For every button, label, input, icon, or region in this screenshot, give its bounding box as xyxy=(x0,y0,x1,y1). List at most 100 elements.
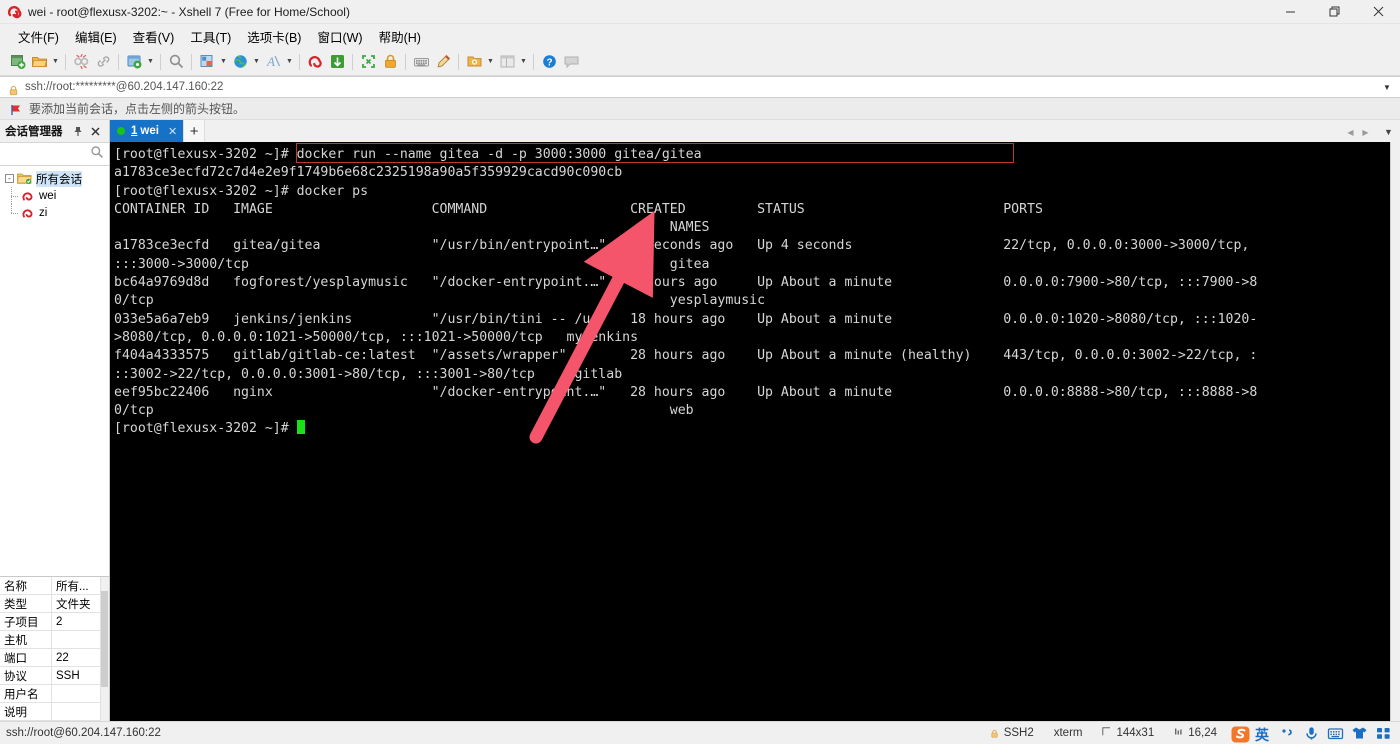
xftp-icon[interactable] xyxy=(326,51,348,73)
menu-file[interactable]: 文件(F) xyxy=(10,24,67,49)
maximize-restore-button[interactable] xyxy=(1312,0,1356,24)
scrollbar-thumb[interactable] xyxy=(101,591,108,687)
link-icon[interactable] xyxy=(92,51,114,73)
property-row: 类型 文件夹 xyxy=(0,595,109,613)
panes-icon[interactable] xyxy=(496,51,518,73)
menu-edit[interactable]: 编辑(E) xyxy=(67,24,125,49)
terminal-line: CONTAINER ID IMAGE COMMAND CREATED STATU… xyxy=(114,201,1043,217)
terminal-line: ::3002->22/tcp, 0.0.0.0:3001->80/tcp, ::… xyxy=(114,366,623,382)
terminal-size-icon xyxy=(1102,727,1111,739)
terminal-line: a1783ce3ecfd72c7d4e2e9f1749b6e68c2325198… xyxy=(114,165,623,181)
folder-star-icon[interactable] xyxy=(463,51,485,73)
help-icon[interactable]: ? xyxy=(538,51,560,73)
ime-punctuation-icon[interactable] xyxy=(1279,725,1296,742)
fullscreen-icon[interactable] xyxy=(357,51,379,73)
address-chevron-down-icon[interactable]: ▼ xyxy=(1374,76,1400,98)
session-icon xyxy=(21,206,35,219)
tab-next-button[interactable]: ▶ xyxy=(1358,122,1373,142)
tab-wei[interactable]: 1 wei ✕ xyxy=(110,120,184,142)
ime-skin-icon[interactable] xyxy=(1351,725,1368,742)
close-icon[interactable] xyxy=(88,122,103,140)
session-tree-item-label: zi xyxy=(39,206,48,219)
ime-toolbox-icon[interactable] xyxy=(1375,725,1392,742)
status-size: 144x31 xyxy=(1116,727,1155,739)
property-key: 子项目 xyxy=(0,613,52,630)
open-folder-chevron-down-icon[interactable]: ▼ xyxy=(50,51,61,73)
layout-chevron-down-icon[interactable]: ▼ xyxy=(218,51,229,73)
tab-prev-button[interactable]: ◀ xyxy=(1343,122,1358,142)
menu-view[interactable]: 查看(V) xyxy=(125,24,183,49)
folder-star-chevron-down-icon[interactable]: ▼ xyxy=(485,51,496,73)
terminal-line: >8080/tcp, 0.0.0.0:1021->50000/tcp, :::1… xyxy=(114,329,639,345)
session-tree-item-zi[interactable]: zi xyxy=(0,204,109,221)
soft-keyboard-icon[interactable] xyxy=(1327,725,1344,742)
minimize-button[interactable] xyxy=(1268,0,1312,24)
search-icon[interactable] xyxy=(90,145,104,164)
menu-tabs[interactable]: 选项卡(B) xyxy=(239,24,309,49)
toolbar-separator xyxy=(533,53,534,70)
status-protocol: SSH2 xyxy=(1003,727,1034,739)
notice-text: 要添加当前会话，点击左侧的箭头按钮。 xyxy=(29,102,246,116)
tab-close-icon[interactable]: ✕ xyxy=(168,125,177,138)
menu-tools[interactable]: 工具(T) xyxy=(182,24,239,49)
tab-list-button[interactable]: ▼ xyxy=(1381,122,1396,142)
toolbar: ▼ ▼ ▼ ▼ A ▼ ▼ ▼ ? xyxy=(0,48,1400,76)
ime-tray: 英 xyxy=(1227,725,1400,743)
properties-icon[interactable] xyxy=(123,51,145,73)
session-search-bar[interactable] xyxy=(0,142,109,166)
session-tree: - 所有会话 wei zi xyxy=(0,166,109,576)
font-chevron-down-icon[interactable]: ▼ xyxy=(284,51,295,73)
new-session-icon[interactable] xyxy=(6,51,28,73)
terminal-line: 0/tcp web xyxy=(114,403,694,419)
font-icon[interactable]: A xyxy=(262,51,284,73)
layout-icon[interactable] xyxy=(196,51,218,73)
sogou-ime-icon[interactable] xyxy=(1231,725,1250,742)
ime-language-icon[interactable]: 英 xyxy=(1255,725,1272,743)
terminal-line: a1783ce3ecfd gitea/gitea "/usr/bin/entry… xyxy=(114,238,1250,254)
new-tab-button[interactable]: + xyxy=(183,120,206,142)
main-body: 会话管理器 - 所有会话 wei zi 名称 所有... 类型 文件夹 子项目 … xyxy=(0,120,1400,721)
menu-help[interactable]: 帮助(H) xyxy=(371,24,429,49)
terminal-container: [root@flexusx-3202 ~]# docker run --name… xyxy=(110,142,1400,721)
keyboard-icon[interactable] xyxy=(410,51,432,73)
session-tree-item-wei[interactable]: wei xyxy=(0,187,109,204)
terminal-line: [root@flexusx-3202 ~]# docker ps xyxy=(114,183,369,199)
terminal-cursor xyxy=(296,420,305,435)
open-folder-icon[interactable] xyxy=(28,51,50,73)
toolbar-separator xyxy=(118,53,119,70)
search-icon[interactable] xyxy=(165,51,187,73)
lock-icon[interactable] xyxy=(379,51,401,73)
toolbar-separator xyxy=(299,53,300,70)
property-key: 类型 xyxy=(0,595,52,612)
terminal-scrollbar[interactable] xyxy=(1390,142,1400,721)
pin-icon[interactable] xyxy=(71,122,86,140)
terminal-line: f404a4333575 gitlab/gitlab-ce:latest "/a… xyxy=(114,348,1258,364)
status-cursor-position: 16,24 xyxy=(1188,727,1217,739)
session-tree-item-label: wei xyxy=(39,189,57,202)
terminal-screen[interactable]: [root@flexusx-3202 ~]# docker run --name… xyxy=(110,142,1390,721)
menu-window[interactable]: 窗口(W) xyxy=(309,24,370,49)
address-bar[interactable]: ssh://root:*********@60.204.147.160:22 ▼ xyxy=(0,76,1400,98)
tab-navigation: ◀ ▶ ▼ xyxy=(1343,122,1400,142)
properties-chevron-down-icon[interactable]: ▼ xyxy=(145,51,156,73)
globe-chevron-down-icon[interactable]: ▼ xyxy=(251,51,262,73)
status-terminal-type: xterm xyxy=(1053,727,1083,739)
disconnect-icon[interactable] xyxy=(70,51,92,73)
tab-label: wei xyxy=(140,125,159,137)
property-key: 名称 xyxy=(0,577,52,594)
xshell-icon[interactable] xyxy=(304,51,326,73)
microphone-icon[interactable] xyxy=(1303,725,1320,742)
session-tree-root[interactable]: - 所有会话 xyxy=(0,170,109,187)
close-button[interactable] xyxy=(1356,0,1400,24)
property-key: 说明 xyxy=(0,703,52,720)
tab-number: 1 xyxy=(131,125,138,137)
terminal-pane: 1 wei ✕ + ◀ ▶ ▼ [root@flexusx-3202 ~]# d… xyxy=(110,120,1400,721)
property-key: 主机 xyxy=(0,631,52,648)
property-grid-scrollbar[interactable] xyxy=(100,577,109,721)
globe-icon[interactable] xyxy=(229,51,251,73)
comment-icon[interactable] xyxy=(560,51,582,73)
toolbar-separator xyxy=(65,53,66,70)
panes-chevron-down-icon[interactable]: ▼ xyxy=(518,51,529,73)
tree-collapse-icon[interactable]: - xyxy=(5,174,14,183)
highlight-pen-icon[interactable] xyxy=(432,51,454,73)
